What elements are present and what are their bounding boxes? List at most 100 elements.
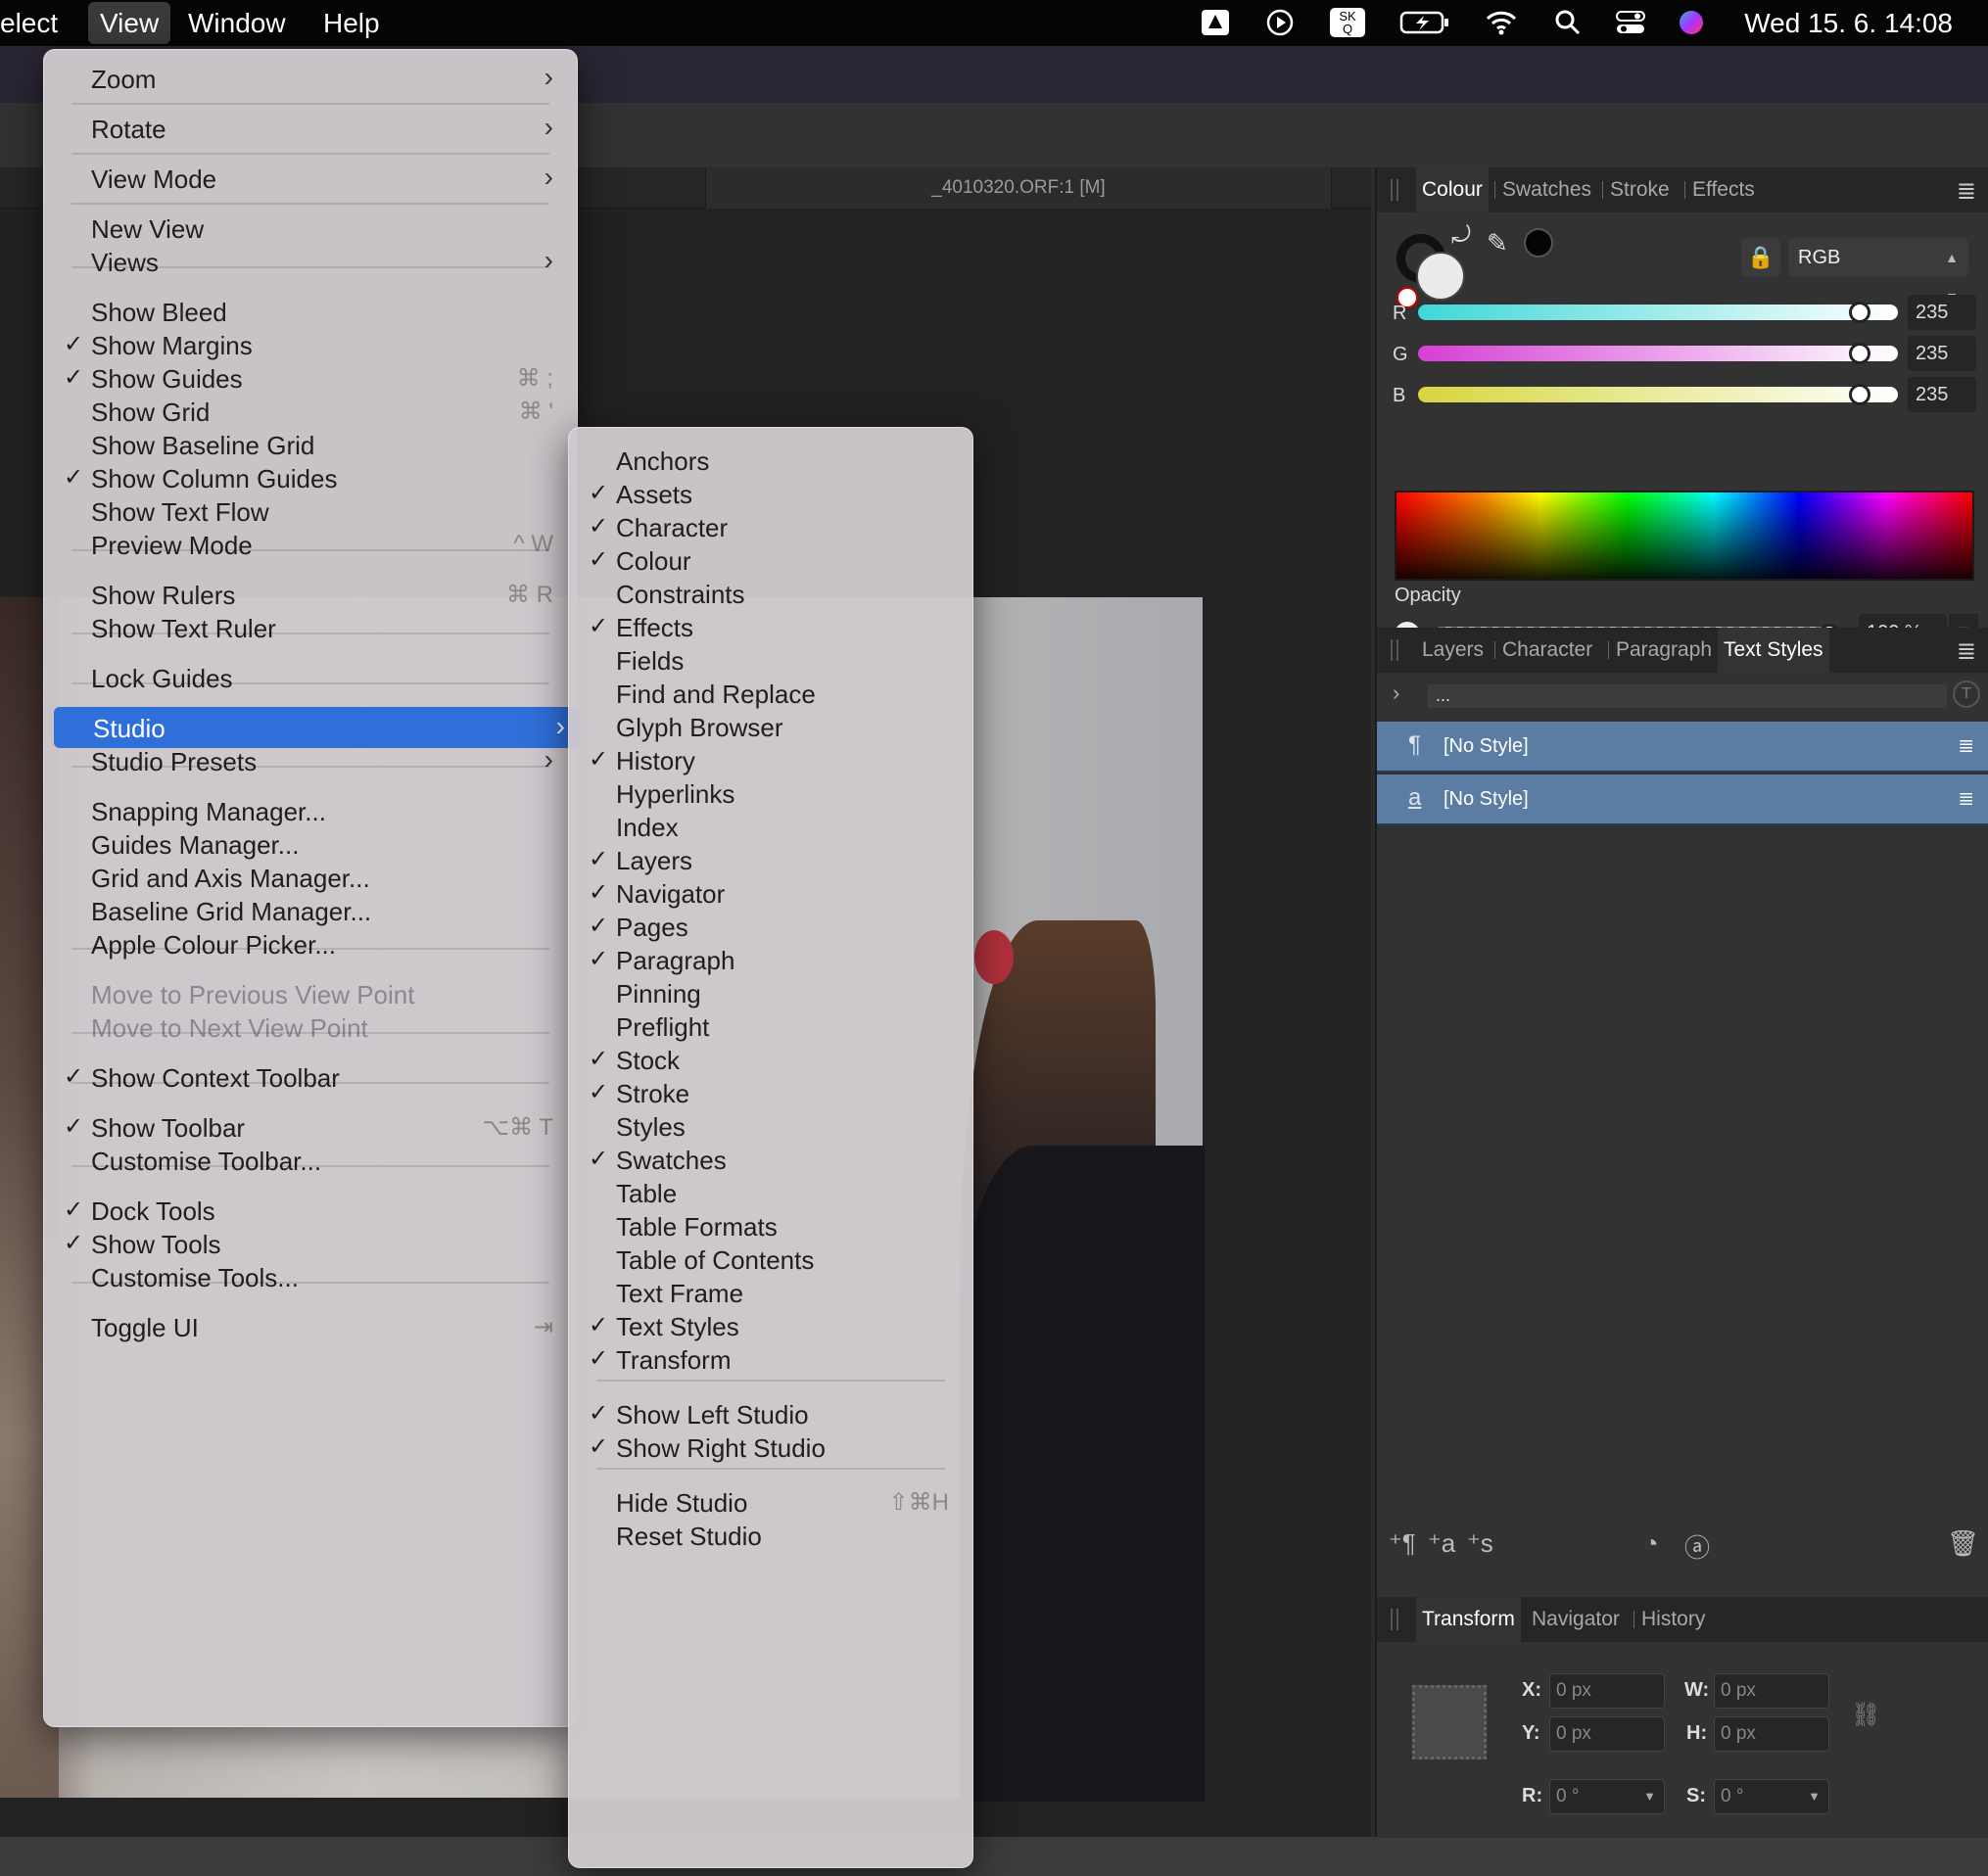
clock[interactable]: Wed 15. 6. 14:08 <box>1744 0 1953 46</box>
panel-grip-icon[interactable] <box>1391 179 1398 201</box>
menu-item-label: Views <box>91 248 159 277</box>
menu-item-show-right-studio[interactable]: ✓ Show Right Studio <box>577 1427 965 1468</box>
x-label: X: <box>1522 1679 1541 1701</box>
menu-separator <box>71 266 549 268</box>
siri-icon[interactable] <box>1675 8 1708 37</box>
panel-grip-icon[interactable] <box>1391 1609 1398 1630</box>
x-field[interactable]: 0 px <box>1549 1673 1665 1709</box>
channel-g-slider[interactable] <box>1418 343 1898 364</box>
document-tab[interactable]: _4010320.ORF:1 [M] <box>705 167 1332 209</box>
tab-transform[interactable]: Transform <box>1416 1597 1521 1642</box>
panel-grip-icon[interactable] <box>1391 639 1398 661</box>
tab-navigator[interactable]: Navigator <box>1526 1597 1626 1642</box>
menu-item-preview-mode[interactable]: Preview Mode ^ W <box>52 524 569 565</box>
new-character-style-icon[interactable]: ⁺a <box>1428 1528 1455 1559</box>
style-row[interactable]: a [No Style] ≣ <box>1377 774 1988 825</box>
menubar-window[interactable]: Window <box>176 0 298 46</box>
chevron-right-icon[interactable]: › <box>1393 680 1399 706</box>
channel-b-slider[interactable] <box>1418 384 1898 405</box>
menu-item-show-context-toolbar[interactable]: ✓ Show Context Toolbar <box>52 1056 569 1098</box>
menu-item-views[interactable]: Views › <box>52 241 569 282</box>
menu-shortcut: ⌘ R <box>506 582 553 608</box>
channel-r-value[interactable]: 235 <box>1908 295 1976 330</box>
sk-icon[interactable]: SK Q <box>1330 8 1365 37</box>
menu-separator <box>71 633 549 634</box>
tab-stroke[interactable]: Stroke <box>1604 167 1676 212</box>
channel-r-slider[interactable] <box>1418 302 1898 323</box>
menubar-help[interactable]: Help <box>311 0 392 46</box>
tab-history[interactable]: History <box>1635 1597 1711 1642</box>
style-filter-field[interactable]: ... <box>1428 684 1947 708</box>
slider-knob[interactable] <box>1848 302 1870 323</box>
battery-icon[interactable] <box>1398 8 1451 37</box>
character-options-icon[interactable]: ⓐ <box>1684 1528 1710 1565</box>
colour-panel: ⤾ ✎ 🔒 RGB ▲▼ R235G235B235 Opacity 100 % … <box>1377 212 1988 651</box>
swap-colours-icon[interactable]: ⤾ <box>1451 222 1471 250</box>
h-label: H: <box>1686 1722 1708 1744</box>
trash-icon[interactable]: 🗑 <box>1947 1528 1979 1559</box>
control-center-icon[interactable] <box>1614 8 1647 37</box>
menubar-view[interactable]: View <box>88 2 171 44</box>
menu-separator <box>71 1082 549 1084</box>
checkmark-icon: ✓ <box>589 1146 609 1172</box>
tab-colour[interactable]: Colour <box>1416 167 1489 212</box>
paragraph-options-icon[interactable]: ◔ <box>1643 1528 1659 1559</box>
channel-g-value[interactable]: 235 <box>1908 336 1976 371</box>
style-name: [No Style] <box>1444 735 1529 757</box>
menu-item-show-text-ruler[interactable]: Show Text Ruler <box>52 607 569 648</box>
menu-item-rotate[interactable]: Rotate › <box>52 108 569 149</box>
text-style-icon[interactable]: T <box>1953 680 1980 708</box>
menu-item-customise-toolbar[interactable]: Customise Toolbar... <box>52 1140 569 1181</box>
menu-item-transform[interactable]: ✓ Transform <box>577 1338 965 1380</box>
h-field[interactable]: 0 px <box>1714 1716 1829 1752</box>
tab-character[interactable]: Character <box>1496 628 1598 673</box>
tab-layers[interactable]: Layers <box>1416 628 1490 673</box>
anchor-grid[interactable] <box>1412 1685 1487 1759</box>
picked-colour-swatch[interactable] <box>1524 228 1553 258</box>
panel-menu-icon[interactable]: ≣ <box>1957 637 1976 666</box>
new-paragraph-style-icon[interactable]: ⁺¶ <box>1389 1528 1416 1559</box>
colour-mode-select[interactable]: RGB ▲▼ <box>1788 238 1968 305</box>
rotation-field[interactable]: 0 ° ▼ <box>1549 1779 1665 1814</box>
style-row[interactable]: ¶ [No Style] ≣ <box>1377 722 1988 773</box>
new-style-group-icon[interactable]: ⁺s <box>1467 1528 1493 1559</box>
menu-item-label: Rotate <box>91 115 166 144</box>
channel-r-label: R <box>1393 303 1407 324</box>
search-icon[interactable] <box>1551 8 1585 37</box>
wifi-icon[interactable] <box>1485 8 1518 37</box>
w-field[interactable]: 0 px <box>1714 1673 1829 1709</box>
link-aspect-icon[interactable]: ⛓ <box>1851 1701 1880 1729</box>
menu-item-studio-presets[interactable]: Studio Presets › <box>52 740 569 781</box>
tab-effects[interactable]: Effects <box>1686 167 1761 212</box>
style-menu-icon[interactable]: ≣ <box>1958 733 1974 758</box>
r-label: R: <box>1522 1785 1543 1806</box>
tab-paragraph[interactable]: Paragraph <box>1610 628 1718 673</box>
menu-item-customise-tools[interactable]: Customise Tools... <box>52 1256 569 1297</box>
tab-text-styles[interactable]: Text Styles <box>1718 628 1829 673</box>
fill-swatch[interactable] <box>1416 252 1465 301</box>
slider-knob[interactable] <box>1848 384 1870 405</box>
menu-item-reset-studio[interactable]: Reset Studio <box>577 1515 965 1556</box>
menu-item-zoom[interactable]: Zoom › <box>52 58 569 99</box>
drive-icon[interactable] <box>1199 8 1232 37</box>
menu-shortcut: ⌘ ; <box>516 365 553 392</box>
menu-item-toggle-ui[interactable]: Toggle UI ⇥ <box>52 1306 569 1347</box>
menu-item-label: Lock Guides <box>91 664 233 693</box>
y-field[interactable]: 0 px <box>1549 1716 1665 1752</box>
menu-separator <box>71 766 549 768</box>
menu-item-apple-colour-picker[interactable]: Apple Colour Picker... <box>52 923 569 964</box>
lock-icon[interactable]: 🔒 <box>1741 238 1780 277</box>
channel-b-value[interactable]: 235 <box>1908 377 1976 412</box>
checkmark-icon: ✓ <box>64 1063 84 1090</box>
style-menu-icon[interactable]: ≣ <box>1958 786 1974 811</box>
colour-spectrum[interactable] <box>1395 491 1974 581</box>
menubar-select[interactable]: elect <box>0 0 70 46</box>
play-circle-icon[interactable] <box>1263 8 1297 37</box>
shear-field[interactable]: 0 ° ▼ <box>1714 1779 1829 1814</box>
panel-menu-icon[interactable]: ≣ <box>1957 177 1976 206</box>
menu-item-lock-guides[interactable]: Lock Guides <box>52 657 569 698</box>
tab-swatches[interactable]: Swatches <box>1496 167 1597 212</box>
slider-knob[interactable] <box>1848 343 1870 364</box>
menu-item-view-mode[interactable]: View Mode › <box>52 158 569 199</box>
colour-picker-icon[interactable]: ✎ <box>1487 228 1508 258</box>
